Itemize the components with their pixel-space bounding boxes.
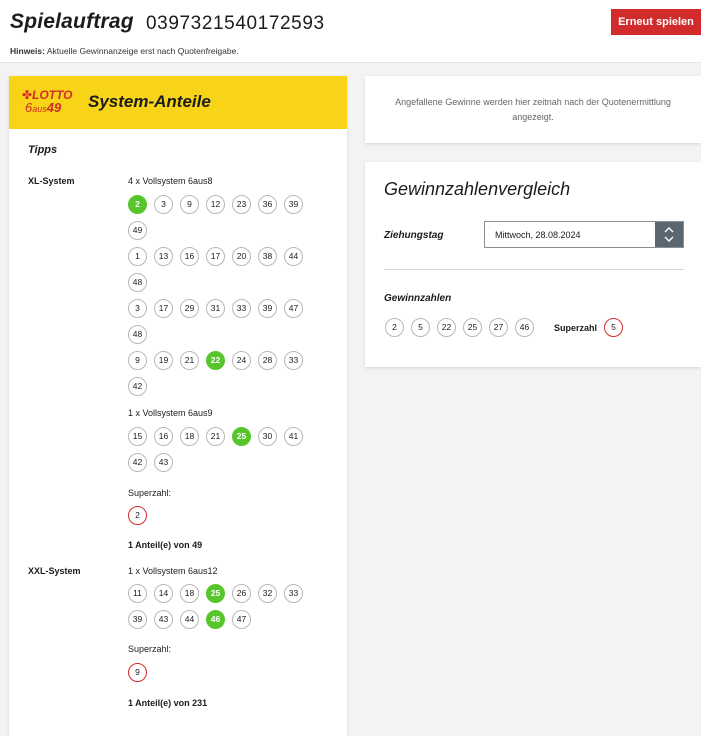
number-ball: 42 xyxy=(128,377,147,396)
number-comparison-card: Gewinnzahlenvergleich Ziehungstag Mittwo… xyxy=(365,162,701,367)
number-ball: 13 xyxy=(154,247,173,266)
winning-numbers-row: 2 5 22 25 27 46 xyxy=(384,318,684,338)
winning-numbers-label: Gewinnzahlen xyxy=(384,293,452,304)
xxl-system-description: 1 x Vollsystem 6aus12 xyxy=(128,566,218,576)
number-ball: 16 xyxy=(180,247,199,266)
number-ball: 29 xyxy=(180,299,199,318)
number-ball: 21 xyxy=(206,427,225,446)
draw-day-label: Ziehungstag xyxy=(384,230,444,241)
winning-number-ball: 46 xyxy=(515,318,534,337)
number-ball: 3 xyxy=(154,195,173,214)
tipps-label: Tipps xyxy=(28,144,58,156)
lotto-header: ✤ LOTTO 6aus49 System-Anteile xyxy=(9,76,347,129)
order-number: 0397321540172593 xyxy=(146,13,325,34)
number-ball: 18 xyxy=(180,584,199,603)
xxl-superzahl-label: Superzahl: xyxy=(128,644,172,654)
xl-system-label: XL-System xyxy=(28,176,75,186)
number-ball-hit: 2 xyxy=(128,195,147,214)
number-ball: 32 xyxy=(258,584,277,603)
number-ball-hit: 22 xyxy=(206,351,225,370)
number-ball: 44 xyxy=(284,247,303,266)
number-ball: 3 xyxy=(128,299,147,318)
number-ball: 39 xyxy=(128,610,147,629)
number-ball: 33 xyxy=(232,299,251,318)
xl-share: 1 Anteil(e) von 49 xyxy=(128,540,203,550)
number-ball: 33 xyxy=(284,584,303,603)
winning-number-ball: 5 xyxy=(411,318,430,337)
number-ball: 41 xyxy=(284,427,303,446)
winning-number-ball: 25 xyxy=(463,318,482,337)
number-ball: 28 xyxy=(258,351,277,370)
number-ball: 48 xyxy=(128,273,147,292)
number-ball-hit: 25 xyxy=(206,584,225,603)
page-header: Spielauftrag 0397321540172593 Hinweis: A… xyxy=(0,0,701,63)
number-ball: 42 xyxy=(128,453,147,472)
system-shares-card: ✤ LOTTO 6aus49 System-Anteile Tipps XL-S… xyxy=(9,76,347,736)
superzahl-ball: 2 xyxy=(128,506,147,525)
number-ball: 47 xyxy=(232,610,251,629)
winnings-info-card: Angefallene Gewinne werden hier zeitnah … xyxy=(365,76,701,143)
winnings-info-text: Angefallene Gewinne werden hier zeitnah … xyxy=(395,97,671,122)
xxl-share: 1 Anteil(e) von 231 xyxy=(128,698,208,708)
number-ball: 11 xyxy=(128,584,147,603)
lotto-logo: ✤ LOTTO 6aus49 xyxy=(22,89,78,117)
number-ball: 19 xyxy=(154,351,173,370)
hint-message: Aktuelle Gewinnanzeige erst nach Quotenf… xyxy=(46,46,239,56)
number-ball: 48 xyxy=(128,325,147,344)
number-ball: 26 xyxy=(232,584,251,603)
draw-day-value: Mittwoch, 28.08.2024 xyxy=(495,230,581,240)
superzahl-ball: 5 xyxy=(604,318,623,337)
superzahl-label: Superzahl xyxy=(554,323,598,333)
number-ball-hit: 25 xyxy=(232,427,251,446)
number-ball: 18 xyxy=(180,427,199,446)
select-arrows-icon[interactable] xyxy=(655,222,683,247)
number-ball-hit: 46 xyxy=(206,610,225,629)
xl-superzahl-label: Superzahl: xyxy=(128,488,172,498)
divider xyxy=(384,269,684,270)
number-ball: 24 xyxy=(232,351,251,370)
number-ball: 30 xyxy=(258,427,277,446)
number-ball: 16 xyxy=(154,427,173,446)
number-ball: 39 xyxy=(258,299,277,318)
number-ball: 39 xyxy=(284,195,303,214)
number-ball: 17 xyxy=(206,247,225,266)
superzahl-ball: 9 xyxy=(128,663,147,682)
winning-number-ball: 27 xyxy=(489,318,508,337)
number-ball: 14 xyxy=(154,584,173,603)
hint-label: Hinweis: xyxy=(10,46,45,56)
number-ball: 1 xyxy=(128,247,147,266)
xxl-system-label: XXL-System xyxy=(28,566,81,576)
number-ball: 43 xyxy=(154,453,173,472)
number-ball: 43 xyxy=(154,610,173,629)
number-ball: 23 xyxy=(232,195,251,214)
winning-number-ball: 22 xyxy=(437,318,456,337)
number-ball: 9 xyxy=(180,195,199,214)
number-ball: 38 xyxy=(258,247,277,266)
logo-49: 49 xyxy=(46,100,62,115)
page-title: Spielauftrag xyxy=(10,10,134,33)
number-ball: 17 xyxy=(154,299,173,318)
number-ball: 31 xyxy=(206,299,225,318)
logo-sub: 6aus49 xyxy=(25,101,61,116)
section-title: System-Anteile xyxy=(88,92,211,111)
number-ball: 20 xyxy=(232,247,251,266)
winning-number-ball: 2 xyxy=(385,318,404,337)
comparison-title: Gewinnzahlenvergleich xyxy=(384,179,571,199)
hint-text: Hinweis: Aktuelle Gewinnanzeige erst nac… xyxy=(10,46,239,56)
replay-button[interactable]: Erneut spielen xyxy=(611,9,701,35)
number-ball: 12 xyxy=(206,195,225,214)
xl-system-description: 4 x Vollsystem 6aus8 xyxy=(128,176,213,186)
number-ball: 47 xyxy=(284,299,303,318)
number-ball: 21 xyxy=(180,351,199,370)
number-ball: 44 xyxy=(180,610,199,629)
number-ball: 49 xyxy=(128,221,147,240)
logo-aus: aus xyxy=(32,104,47,114)
number-ball: 9 xyxy=(128,351,147,370)
draw-day-select[interactable]: Mittwoch, 28.08.2024 xyxy=(484,221,684,248)
number-ball: 15 xyxy=(128,427,147,446)
number-ball: 36 xyxy=(258,195,277,214)
xl-system-description-2: 1 x Vollsystem 6aus9 xyxy=(128,408,213,418)
number-ball: 33 xyxy=(284,351,303,370)
